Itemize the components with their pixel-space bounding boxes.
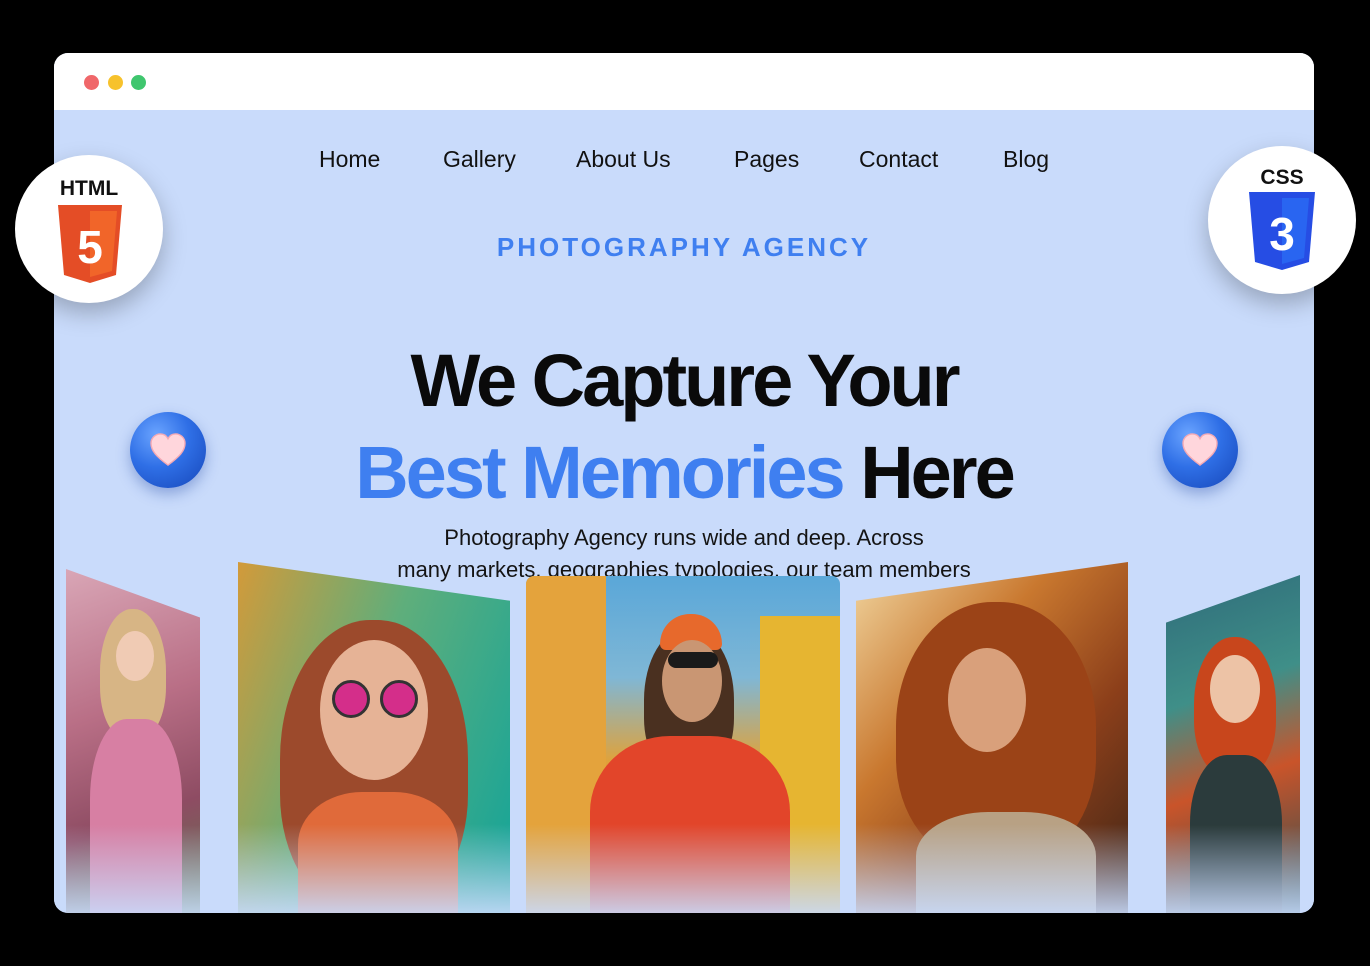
close-window-dot[interactable]: [84, 75, 99, 90]
browser-window: Home Gallery About Us Pages Contact Blog…: [54, 53, 1314, 913]
gallery-photo-3[interactable]: [526, 576, 840, 913]
hero-headline-accent: Best Memories: [355, 431, 845, 514]
nav-gallery[interactable]: Gallery: [443, 146, 516, 173]
gallery-photo-1[interactable]: [66, 569, 200, 913]
nav-contact[interactable]: Contact: [859, 146, 938, 173]
css3-logo-icon: 3: [1249, 192, 1315, 270]
heart-icon: [1182, 433, 1218, 466]
nav-about-us[interactable]: About Us: [576, 146, 671, 173]
css-badge-label: CSS: [1260, 166, 1304, 189]
window-titlebar: [54, 53, 1314, 110]
html-badge-label: HTML: [59, 177, 119, 200]
hero-headline-tail: Here: [860, 431, 1016, 514]
html5-badge: HTML 5: [15, 155, 163, 303]
nav-pages[interactable]: Pages: [734, 146, 799, 173]
nav-home[interactable]: Home: [319, 146, 380, 173]
minimize-window-dot[interactable]: [108, 75, 123, 90]
nav-blog[interactable]: Blog: [1003, 146, 1049, 173]
left-heart-icon: [130, 412, 206, 488]
css3-badge: CSS 3: [1208, 146, 1356, 294]
hero-eyebrow: PHOTOGRAPHY AGENCY: [496, 232, 872, 262]
landing-page: Home Gallery About Us Pages Contact Blog…: [54, 110, 1314, 913]
gallery-photo-2[interactable]: [238, 562, 510, 913]
maximize-window-dot[interactable]: [131, 75, 146, 90]
heart-icon: [150, 433, 186, 466]
hero-headline-line1: We Capture Your: [410, 339, 960, 422]
html5-logo-icon: 5: [58, 205, 122, 283]
hero-description-line1: Photography Agency runs wide and deep. A…: [444, 525, 924, 550]
right-heart-icon: [1162, 412, 1238, 488]
html5-logo-digit: 5: [77, 221, 103, 273]
gallery-photo-4[interactable]: [856, 562, 1128, 913]
main-nav: Home Gallery About Us Pages Contact Blog: [54, 146, 1314, 176]
gallery-photo-5[interactable]: [1166, 575, 1300, 913]
hero-headline-line2: Best Memories Here: [54, 430, 1314, 515]
css3-logo-digit: 3: [1269, 208, 1295, 260]
